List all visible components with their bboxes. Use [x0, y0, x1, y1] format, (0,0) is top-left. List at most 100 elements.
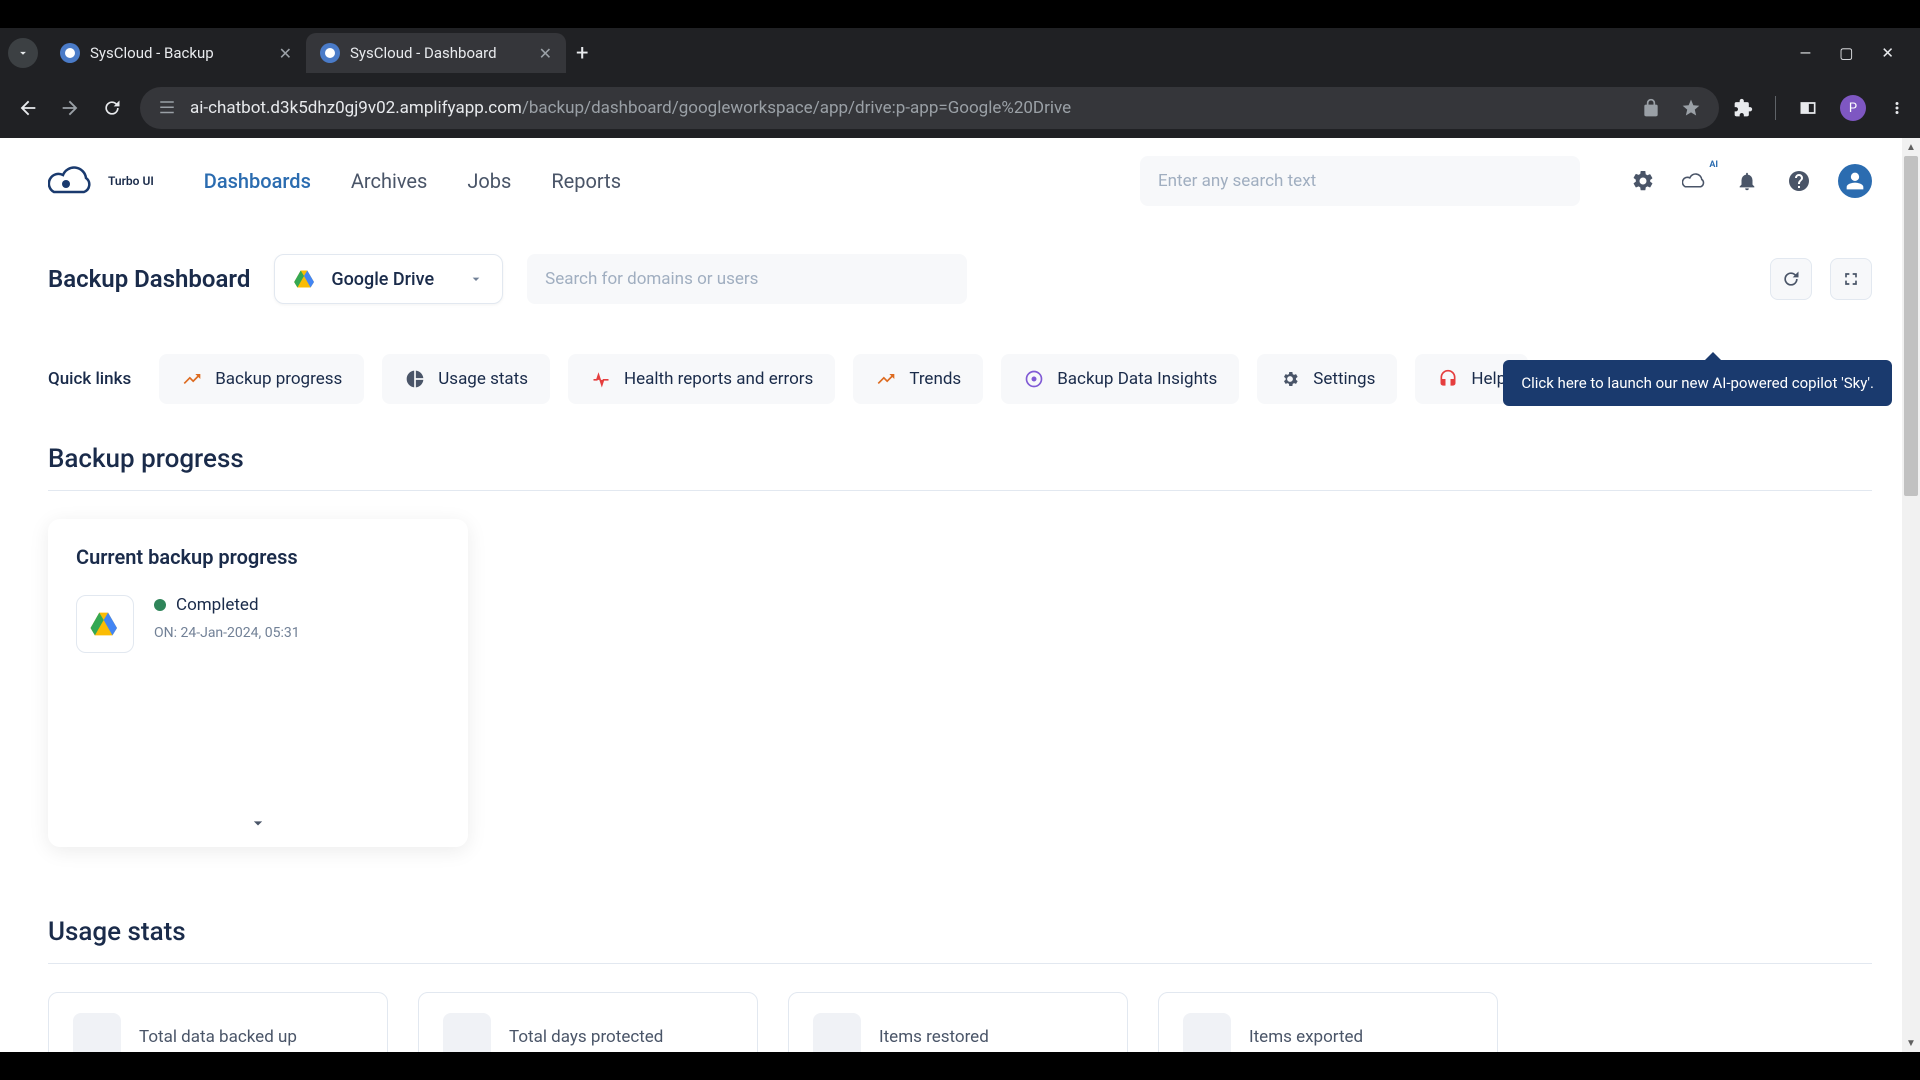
bookmark-icon[interactable]: [1681, 98, 1701, 118]
page-title: Backup Dashboard: [48, 265, 250, 293]
profile-button[interactable]: P: [1840, 95, 1866, 121]
usage-card-label: Total data backed up: [139, 1027, 297, 1047]
usage-card[interactable]: Items restored: [788, 992, 1128, 1052]
browser-actions: P: [1733, 95, 1906, 121]
tab-close-icon[interactable]: ✕: [279, 44, 292, 63]
usage-cards: Total data backed up Total days protecte…: [48, 992, 1872, 1052]
tab-close-icon[interactable]: ✕: [539, 44, 552, 63]
expand-button[interactable]: [1830, 258, 1872, 300]
usage-card-label: Items exported: [1249, 1027, 1363, 1047]
usage-card[interactable]: Total days protected: [418, 992, 758, 1052]
connector-dropdown[interactable]: Google Drive: [274, 254, 503, 304]
quick-link-label: Usage stats: [438, 369, 528, 389]
section-title-usage: Usage stats: [48, 917, 1872, 964]
google-drive-icon: [293, 267, 317, 291]
nav-jobs[interactable]: Jobs: [467, 169, 511, 193]
chevron-down-icon: [468, 271, 484, 287]
maximize-button[interactable]: ▢: [1839, 44, 1853, 62]
close-window-button[interactable]: ✕: [1881, 44, 1894, 62]
gear-icon[interactable]: [1630, 168, 1656, 194]
insights-icon: [1023, 368, 1045, 390]
page-content: Backup Dashboard Google Drive Search for…: [0, 224, 1920, 1052]
card-expand-button[interactable]: [76, 653, 440, 833]
gear-icon: [1279, 368, 1301, 390]
url-text: ai-chatbot.d3k5dhz0gj9v02.amplifyapp.com…: [190, 98, 1071, 118]
extensions-icon[interactable]: [1733, 98, 1753, 118]
quick-link-label: Help: [1471, 369, 1506, 389]
google-drive-icon: [76, 595, 134, 653]
refresh-button[interactable]: [1770, 258, 1812, 300]
quick-link-health-reports[interactable]: Health reports and errors: [568, 354, 835, 404]
tab-bar: SysCloud - Backup ✕ SysCloud - Dashboard…: [0, 28, 1920, 78]
backup-progress-card: Current backup progress Completed ON: 24…: [48, 519, 468, 847]
status-text: Completed: [176, 595, 259, 615]
scroll-up-icon[interactable]: ▲: [1902, 138, 1920, 156]
bell-icon[interactable]: [1734, 168, 1760, 194]
main-nav: Dashboards Archives Jobs Reports: [204, 169, 621, 193]
app-header: Turbo UI Dashboards Archives Jobs Report…: [0, 138, 1920, 224]
browser-chrome: SysCloud - Backup ✕ SysCloud - Dashboard…: [0, 28, 1920, 138]
stat-icon: [813, 1013, 861, 1052]
quick-link-usage-stats[interactable]: Usage stats: [382, 354, 550, 404]
tab-favicon-icon: [320, 43, 340, 63]
global-search-input[interactable]: Enter any search text: [1140, 156, 1580, 206]
headset-icon: [1437, 368, 1459, 390]
tab-title: SysCloud - Dashboard: [350, 44, 529, 62]
trend-up-icon: [181, 368, 203, 390]
browser-tab[interactable]: SysCloud - Backup ✕: [46, 33, 306, 73]
url-input[interactable]: ai-chatbot.d3k5dhz0gj9v02.amplifyapp.com…: [140, 87, 1719, 129]
status-dot-icon: [154, 599, 166, 611]
domain-search-placeholder: Search for domains or users: [545, 269, 758, 289]
usage-card[interactable]: Items exported: [1158, 992, 1498, 1052]
stat-icon: [443, 1013, 491, 1052]
nav-archives[interactable]: Archives: [351, 169, 427, 193]
scroll-down-icon[interactable]: ▼: [1902, 1034, 1920, 1052]
quick-link-label: Backup progress: [215, 369, 342, 389]
scrollbar-thumb[interactable]: [1904, 156, 1918, 496]
usage-card-label: Items restored: [879, 1027, 989, 1047]
quick-link-backup-progress[interactable]: Backup progress: [159, 354, 364, 404]
quick-link-label: Backup Data Insights: [1057, 369, 1217, 389]
quick-link-trends[interactable]: Trends: [853, 354, 983, 404]
status-timestamp: ON: 24-Jan-2024, 05:31: [154, 625, 300, 641]
card-title: Current backup progress: [76, 545, 440, 569]
search-placeholder: Enter any search text: [1158, 171, 1316, 191]
section-title-backup: Backup progress: [48, 444, 1872, 491]
domain-search-input[interactable]: Search for domains or users: [527, 254, 967, 304]
quick-link-data-insights[interactable]: Backup Data Insights: [1001, 354, 1239, 404]
quick-link-label: Trends: [909, 369, 961, 389]
quick-link-settings[interactable]: Settings: [1257, 354, 1397, 404]
browser-menu-icon[interactable]: [1888, 99, 1906, 117]
usage-card[interactable]: Total data backed up: [48, 992, 388, 1052]
dashboard-title-row: Backup Dashboard Google Drive Search for…: [48, 244, 1872, 334]
ai-copilot-icon[interactable]: AI: [1682, 168, 1708, 194]
app-shell: Turbo UI Dashboards Archives Jobs Report…: [0, 138, 1920, 1052]
tabs-dropdown-button[interactable]: [8, 38, 38, 68]
nav-reports[interactable]: Reports: [551, 169, 621, 193]
site-settings-icon[interactable]: [158, 99, 176, 117]
quick-link-label: Settings: [1313, 369, 1375, 389]
quick-links-label: Quick links: [48, 369, 131, 389]
window-controls: — ▢ ✕: [1800, 44, 1912, 62]
forward-button[interactable]: [56, 94, 84, 122]
cloud-logo-icon: [48, 162, 98, 200]
password-icon[interactable]: [1641, 98, 1661, 118]
reload-button[interactable]: [98, 94, 126, 122]
help-icon[interactable]: [1786, 168, 1812, 194]
back-button[interactable]: [14, 94, 42, 122]
browser-tab-active[interactable]: SysCloud - Dashboard ✕: [306, 33, 566, 73]
logo-text: Turbo UI: [108, 174, 154, 188]
scrollbar-track[interactable]: ▲ ▼: [1902, 138, 1920, 1052]
avatar[interactable]: [1838, 164, 1872, 198]
new-tab-button[interactable]: +: [566, 37, 598, 70]
stat-icon: [1183, 1013, 1231, 1052]
minimize-button[interactable]: —: [1800, 44, 1812, 62]
logo[interactable]: Turbo UI: [48, 162, 154, 200]
pulse-icon: [590, 368, 612, 390]
tab-title: SysCloud - Backup: [90, 44, 269, 62]
tab-favicon-icon: [60, 43, 80, 63]
sidepanel-icon[interactable]: [1798, 98, 1818, 118]
nav-dashboards[interactable]: Dashboards: [204, 169, 311, 193]
ai-badge: AI: [1709, 160, 1718, 170]
pie-chart-icon: [404, 368, 426, 390]
